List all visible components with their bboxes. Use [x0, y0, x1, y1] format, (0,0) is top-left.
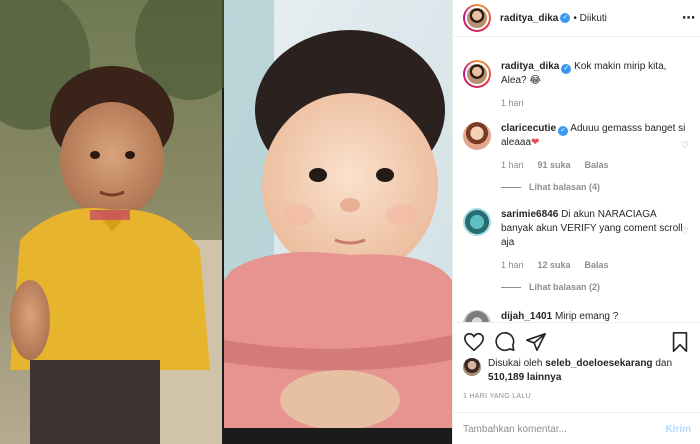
post-image	[0, 0, 452, 444]
reply-button[interactable]: Balas	[585, 258, 609, 272]
comment-username[interactable]: sarimie6846	[501, 209, 558, 220]
red-heart-emoji-icon: ❤	[531, 137, 540, 148]
comment-text: dijah_1401 Mirip emang ?	[501, 310, 691, 322]
action-bar	[463, 331, 691, 355]
follow-status[interactable]: • Diikuti	[573, 13, 607, 24]
post-date[interactable]: 1 HARI YANG LALU	[463, 393, 531, 400]
liked-by-conj: dan	[655, 358, 673, 369]
verified-badge-icon: ✓	[561, 64, 572, 74]
liked-by-user[interactable]: seleb_doeloesekarang	[545, 358, 652, 369]
comment-like-heart-icon[interactable]: ♡	[681, 224, 689, 238]
comment-username[interactable]: dijah_1401	[501, 311, 552, 322]
replies-dash	[501, 186, 521, 188]
heart-icon[interactable]	[463, 331, 485, 353]
comment-text: claricecutie ✓ Aduuu gemasss banget si al…	[501, 122, 691, 150]
reply-button[interactable]: Balas	[585, 158, 609, 172]
view-replies-toggle[interactable]: Lihat balasan (4)	[501, 180, 691, 194]
comment-meta: 1 hari 12 suka Balas	[501, 258, 691, 272]
caption-meta: 1 hari	[501, 96, 691, 110]
liked-by-count[interactable]: 510,189 lainnya	[488, 372, 561, 383]
verified-badge-icon: ✓	[560, 13, 571, 23]
comment-text: sarimie6846 Di akun NARACIAGA banyak aku…	[501, 208, 691, 250]
liked-by: Disukai oleh seleb_doeloesekarang dan 51…	[463, 357, 691, 385]
comments-list[interactable]: raditya_dika ✓ Kok makin mirip kita, Alea…	[453, 38, 700, 322]
caption: raditya_dika ✓ Kok makin mirip kita, Alea…	[463, 60, 691, 110]
view-replies-label[interactable]: Lihat balasan (4)	[529, 180, 600, 194]
verified-badge-icon: ✓	[558, 126, 569, 136]
replies-dash	[501, 286, 521, 288]
caption-username[interactable]: raditya_dika	[501, 61, 559, 72]
post-comment-button[interactable]: Kirim	[665, 424, 691, 435]
comment-like-count[interactable]: 91 suka	[538, 158, 571, 172]
caption-avatar[interactable]	[463, 60, 491, 88]
comment-body: Mirip emang ?	[554, 311, 619, 322]
laughing-emoji-icon: 😂	[529, 75, 542, 86]
comment-meta: 1 hari 91 suka Balas	[501, 158, 691, 172]
view-replies-toggle[interactable]: Lihat balasan (2)	[501, 280, 691, 294]
commenter-avatar[interactable]	[463, 208, 491, 236]
caption-time: 1 hari	[501, 98, 524, 108]
post-photo[interactable]	[0, 0, 452, 444]
post-header: raditya_dika ✓ • Diikuti ⋯	[453, 0, 700, 37]
comment-input[interactable]	[463, 423, 666, 435]
comment-like-count[interactable]: 12 suka	[538, 258, 571, 272]
comment-item: sarimie6846 Di akun NARACIAGA banyak aku…	[463, 208, 691, 294]
liked-by-text: Disukai oleh seleb_doeloesekarang dan 51…	[488, 357, 691, 385]
view-replies-label[interactable]: Lihat balasan (2)	[529, 280, 600, 294]
post-footer: Disukai oleh seleb_doeloesekarang dan 51…	[453, 322, 700, 444]
author-avatar[interactable]	[463, 4, 491, 32]
liked-by-prefix: Disukai oleh	[488, 358, 543, 369]
baby-photo-right	[224, 0, 452, 444]
comment-item: claricecutie ✓ Aduuu gemasss banget si al…	[463, 122, 691, 194]
comment-username[interactable]: claricecutie	[501, 123, 556, 134]
comment-time: 1 hari	[501, 260, 524, 270]
comment-item: dijah_1401 Mirip emang ?	[463, 310, 691, 322]
bookmark-icon[interactable]	[669, 331, 691, 353]
liker-avatar[interactable]	[463, 358, 481, 376]
share-icon[interactable]	[525, 331, 547, 353]
comment-icon[interactable]	[494, 331, 516, 353]
more-options-icon[interactable]: ⋯	[682, 10, 695, 26]
commenter-avatar[interactable]	[463, 122, 491, 150]
comment-like-heart-icon[interactable]: ♡	[681, 138, 689, 152]
author-username[interactable]: raditya_dika	[500, 13, 558, 24]
caption-text: raditya_dika ✓ Kok makin mirip kita, Alea…	[501, 60, 691, 88]
comment-time: 1 hari	[501, 160, 524, 170]
add-comment-bar: Kirim	[453, 412, 700, 444]
commenter-avatar[interactable]	[463, 310, 491, 322]
vintage-photo-left	[0, 0, 245, 444]
post-side-panel: raditya_dika ✓ • Diikuti ⋯ raditya_dika ✓…	[452, 0, 700, 444]
